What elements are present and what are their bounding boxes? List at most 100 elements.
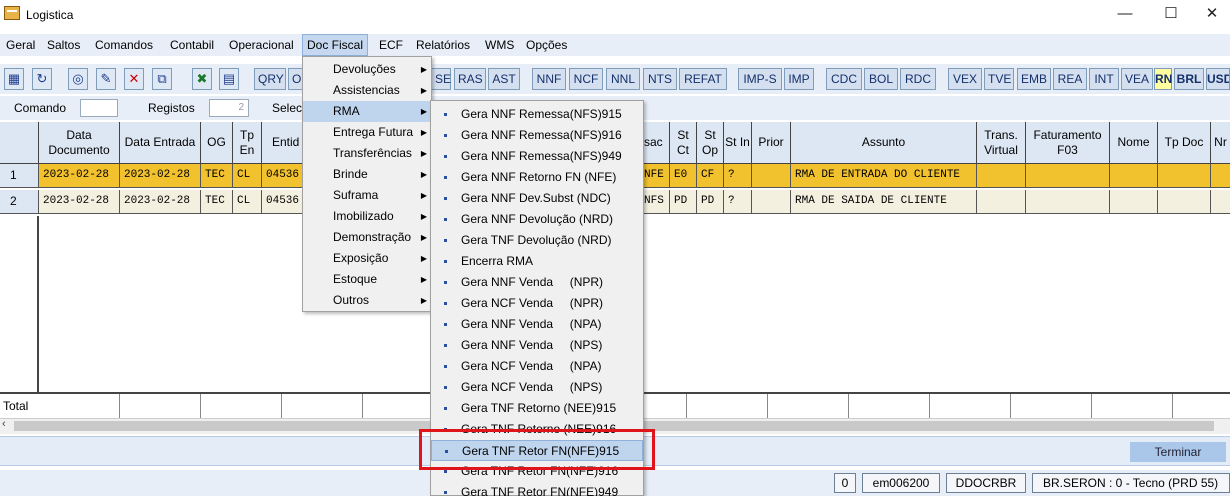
cell-tp-en[interactable]: CL (233, 164, 262, 188)
header-faturamento-f03[interactable]: Faturamento F03 (1026, 122, 1110, 164)
edit-icon[interactable]: ✎ (96, 68, 116, 90)
toolbar-imp-s-button[interactable]: IMP-S (738, 68, 782, 90)
menu-contabil[interactable]: Contabil (166, 34, 218, 56)
menu-geral[interactable]: Geral (2, 34, 39, 56)
cell-faturamento[interactable] (1026, 164, 1110, 188)
menu-item-transferencias[interactable]: Transferências ▶ (303, 143, 431, 164)
terminar-button[interactable]: Terminar (1130, 442, 1226, 462)
cell-st-op[interactable]: CF (697, 164, 724, 188)
cell-prior[interactable] (752, 190, 791, 214)
header-assunto[interactable]: Assunto (791, 122, 977, 164)
cell-tp-en[interactable]: CL (233, 190, 262, 214)
toolbar-nts-button[interactable]: NTS (643, 68, 677, 90)
header-sac[interactable]: sac (644, 122, 670, 164)
toolbar-nnf-button[interactable]: NNF (532, 68, 566, 90)
rma-item[interactable]: Gera TNF Retor FN(NFE)949 (431, 482, 643, 496)
toolbar-imp-button[interactable]: IMP (784, 68, 814, 90)
menu-doc-fiscal[interactable]: Doc Fiscal (302, 34, 369, 56)
menu-item-demonstracao[interactable]: Demonstração ▶ (303, 227, 431, 248)
toolbar-emb-button[interactable]: EMB (1017, 68, 1051, 90)
copy-icon[interactable]: ⧉ (152, 68, 172, 90)
rma-item[interactable]: Gera NNF Venda (NPR) (431, 272, 643, 293)
cell-og[interactable]: TEC (201, 190, 233, 214)
header-prior[interactable]: Prior (752, 122, 791, 164)
header-st-ct[interactable]: St Ct (670, 122, 697, 164)
cell-trans-virtual[interactable] (977, 164, 1026, 188)
report-icon[interactable]: ▤ (219, 68, 239, 90)
menu-item-brinde[interactable]: Brinde ▶ (303, 164, 431, 185)
header-data-documento[interactable]: Data Documento (39, 122, 120, 164)
rma-item[interactable]: Gera NNF Remessa(NFS)949 (431, 146, 643, 167)
rma-item[interactable]: Gera NNF Dev.Subst (NDC) (431, 188, 643, 209)
rma-item[interactable]: Gera NNF Remessa(NFS)916 (431, 125, 643, 146)
rma-item[interactable]: Gera NCF Venda (NPR) (431, 293, 643, 314)
cell-trans-virtual[interactable] (977, 190, 1026, 214)
header-st-in[interactable]: St In (724, 122, 752, 164)
toolbar-qry-button[interactable]: QRY (254, 68, 286, 90)
menu-item-outros[interactable]: Outros ▶ (303, 290, 431, 311)
cell-tp-doc[interactable] (1158, 164, 1211, 188)
cell-data-documento[interactable]: 2023-02-28 (39, 164, 120, 188)
cell-data-entrada[interactable]: 2023-02-28 (120, 164, 201, 188)
header-st-op[interactable]: St Op (697, 122, 724, 164)
menu-opcoes[interactable]: Opções (522, 34, 571, 56)
toolbar-int-button[interactable]: INT (1089, 68, 1119, 90)
minimize-button[interactable]: — (1102, 0, 1148, 30)
rma-item[interactable]: Gera NCF Venda (NPS) (431, 377, 643, 398)
cell-og[interactable]: TEC (201, 164, 233, 188)
close-button[interactable]: ✕ (1194, 0, 1230, 30)
cell-nome[interactable] (1110, 164, 1158, 188)
cell-st-in[interactable]: ? (724, 164, 752, 188)
cell-nr[interactable] (1211, 190, 1230, 214)
menu-comandos[interactable]: Comandos (91, 34, 157, 56)
toolbar-rdc-button[interactable]: RDC (900, 68, 936, 90)
toolbar-vea-button[interactable]: VEA (1121, 68, 1153, 90)
delete-icon[interactable]: ✕ (124, 68, 144, 90)
cell-tp-doc[interactable] (1158, 190, 1211, 214)
header-trans-virtual[interactable]: Trans. Virtual (977, 122, 1026, 164)
view-icon[interactable]: ◎ (68, 68, 88, 90)
toolbar-vex-button[interactable]: VEX (948, 68, 982, 90)
toolbar-rn-button[interactable]: RN (1154, 68, 1172, 90)
rma-item[interactable]: Encerra RMA (431, 251, 643, 272)
cell-st-in[interactable]: ? (724, 190, 752, 214)
menu-saltos[interactable]: Saltos (43, 34, 84, 56)
rma-item[interactable]: Gera NNF Venda (NPA) (431, 314, 643, 335)
cell-assunto[interactable]: RMA DE SAIDA DE CLIENTE (791, 190, 977, 214)
toolbar-tve-button[interactable]: TVE (984, 68, 1014, 90)
comando-input[interactable] (80, 99, 118, 117)
rma-item[interactable]: Gera NNF Retorno FN (NFE) (431, 167, 643, 188)
rma-item[interactable]: Gera NCF Venda (NPA) (431, 356, 643, 377)
menu-item-devolucoes[interactable]: Devoluções ▶ (303, 59, 431, 80)
open-doc-icon[interactable]: ▦ (4, 68, 24, 90)
cell-st-ct[interactable]: PD (670, 190, 697, 214)
toolbar-cdc-button[interactable]: CDC (826, 68, 862, 90)
row-number[interactable]: 2 (0, 190, 39, 214)
cell-st-ct[interactable]: E0 (670, 164, 697, 188)
cell-assunto[interactable]: RMA DE ENTRADA DO CLIENTE (791, 164, 977, 188)
header-tp-en[interactable]: Tp En (233, 122, 262, 164)
cell-data-entrada[interactable]: 2023-02-28 (120, 190, 201, 214)
toolbar-ast-button[interactable]: AST (488, 68, 520, 90)
menu-item-estoque[interactable]: Estoque ▶ (303, 269, 431, 290)
scroll-left-icon[interactable]: ‹ (2, 418, 6, 430)
menu-item-imobilizado[interactable]: Imobilizado ▶ (303, 206, 431, 227)
menu-ecf[interactable]: ECF (375, 34, 407, 56)
cell-entid[interactable]: 04536 (262, 190, 307, 214)
header-data-entrada[interactable]: Data Entrada (120, 122, 201, 164)
menu-item-assistencias[interactable]: Assistencias ▶ (303, 80, 431, 101)
header-nr[interactable]: Nr (1211, 122, 1230, 164)
menu-item-rma[interactable]: RMA ▶ (303, 101, 431, 122)
header-entid[interactable]: Entid (262, 122, 307, 164)
toolbar-rea-button[interactable]: REA (1053, 68, 1087, 90)
row-number[interactable]: 1 (0, 164, 39, 188)
menu-wms[interactable]: WMS (481, 34, 518, 56)
toolbar-brl-button[interactable]: BRL (1174, 68, 1204, 90)
refresh-icon[interactable]: ↻ (32, 68, 52, 90)
header-og[interactable]: OG (201, 122, 233, 164)
cell-faturamento[interactable] (1026, 190, 1110, 214)
cell-sac[interactable]: NFS (644, 190, 670, 214)
menu-item-exposicao[interactable]: Exposição ▶ (303, 248, 431, 269)
cell-sac[interactable]: NFE (644, 164, 670, 188)
rma-item[interactable]: Gera NNF Venda (NPS) (431, 335, 643, 356)
